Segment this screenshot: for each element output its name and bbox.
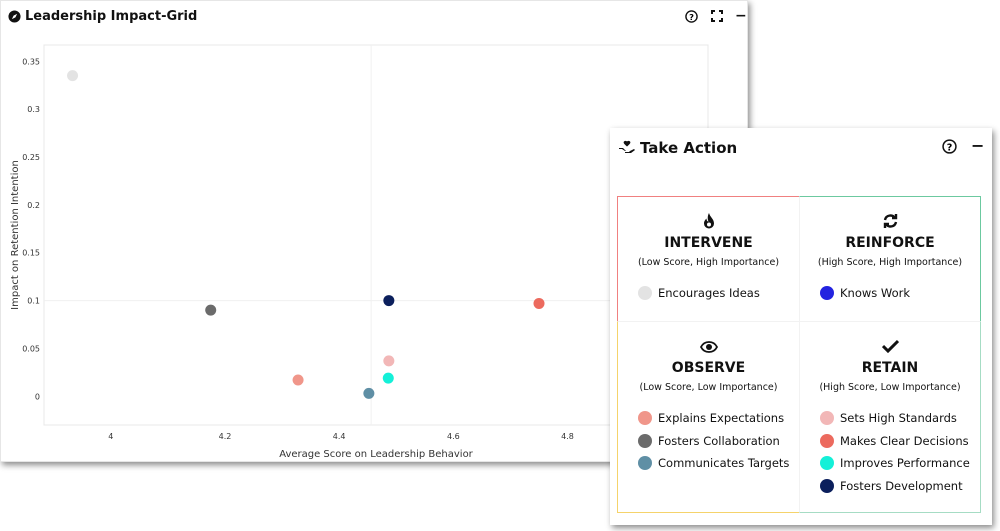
color-dot-icon bbox=[820, 411, 834, 426]
quadrant-title: RETAIN bbox=[861, 360, 919, 376]
data-point-communicates-targets[interactable] bbox=[363, 387, 375, 399]
color-dot-icon bbox=[638, 411, 652, 426]
sync-icon bbox=[800, 213, 980, 233]
behavior-label: Fosters Collaboration bbox=[658, 433, 780, 448]
y-tick-label: 0.35 bbox=[22, 57, 40, 66]
y-tick-label: 0.1 bbox=[27, 297, 40, 306]
y-tick-label: 0.25 bbox=[22, 153, 40, 162]
panel-title: Take Action bbox=[640, 139, 738, 157]
x-tick-label: 4.4 bbox=[333, 432, 346, 441]
list-item[interactable]: Makes Clear Decisions bbox=[820, 430, 980, 453]
list-item[interactable]: Knows Work bbox=[820, 282, 980, 305]
list-item[interactable]: Fosters Collaboration bbox=[638, 430, 799, 453]
plot-area bbox=[43, 44, 709, 426]
y-tick-label: 0.2 bbox=[27, 201, 40, 210]
quadrant-title: OBSERVE bbox=[671, 360, 746, 376]
x-axis-label: Average Score on Leadership Behavior bbox=[279, 449, 473, 460]
quadrant-title: REINFORCE bbox=[845, 235, 935, 251]
svg-text:?: ? bbox=[947, 142, 953, 153]
minimize-icon[interactable]: − bbox=[971, 136, 984, 155]
list-item[interactable]: Explains Expectations bbox=[638, 407, 799, 430]
x-tick-label: 4.6 bbox=[447, 432, 460, 441]
color-dot-icon bbox=[638, 286, 652, 301]
behavior-label: Knows Work bbox=[840, 286, 911, 301]
behavior-label: Explains Expectations bbox=[658, 411, 785, 426]
x-tick-label: 4 bbox=[108, 432, 113, 441]
behavior-label: Improves Performance bbox=[840, 456, 970, 471]
quadrant-subtitle: (High Score, Low Importance) bbox=[819, 382, 961, 393]
x-tick-label: 4.2 bbox=[219, 432, 232, 441]
color-dot-icon bbox=[820, 478, 834, 493]
color-dot-icon bbox=[820, 456, 834, 471]
y-tick-label: 0.05 bbox=[22, 344, 40, 353]
color-dot-icon bbox=[638, 456, 652, 471]
quadrant-observe: OBSERVE (Low Score, Low Importance) Explai… bbox=[617, 321, 799, 513]
quadrant-intervene: INTERVENE (Low Score, High Importance) Enc… bbox=[617, 196, 799, 321]
quadrant-title: INTERVENE bbox=[664, 235, 753, 251]
data-point-sets-high-standards[interactable] bbox=[383, 355, 395, 367]
take-action-panel: Take Action ? − INTERVENE (Low Score, Hig… bbox=[610, 128, 992, 525]
behavior-label: Encourages Ideas bbox=[658, 286, 760, 301]
list-item[interactable]: Communicates Targets bbox=[638, 452, 799, 475]
y-axis-label: Impact on Retention Intention bbox=[10, 160, 21, 310]
data-point-fosters-development[interactable] bbox=[383, 295, 395, 307]
action-quadrant-grid: INTERVENE (Low Score, High Importance) Enc… bbox=[617, 196, 982, 513]
quadrant-subtitle: (Low Score, Low Importance) bbox=[639, 382, 778, 393]
check-icon bbox=[800, 338, 980, 358]
behavior-label: Communicates Targets bbox=[658, 456, 790, 471]
list-item[interactable]: Sets High Standards bbox=[820, 407, 980, 430]
eye-icon bbox=[618, 338, 799, 358]
data-point-fosters-collaboration[interactable] bbox=[205, 304, 217, 316]
behavior-label: Makes Clear Decisions bbox=[840, 433, 969, 448]
list-item[interactable]: Fosters Development bbox=[820, 475, 980, 498]
color-dot-icon bbox=[820, 286, 834, 301]
hand-heart-icon bbox=[618, 139, 636, 160]
data-point-improves-performance[interactable] bbox=[382, 372, 394, 384]
color-dot-icon bbox=[820, 433, 834, 448]
behavior-label: Sets High Standards bbox=[840, 411, 957, 426]
data-point-encourages-ideas[interactable] bbox=[67, 70, 79, 82]
flame-icon bbox=[618, 213, 799, 233]
help-icon[interactable]: ? bbox=[942, 139, 957, 158]
y-tick-label: 0.3 bbox=[27, 105, 40, 114]
data-point-explains-expectations[interactable] bbox=[292, 374, 304, 386]
list-item[interactable]: Improves Performance bbox=[820, 452, 980, 475]
y-tick-label: 0 bbox=[35, 392, 40, 401]
list-item[interactable]: Encourages Ideas bbox=[638, 282, 799, 305]
color-dot-icon bbox=[638, 433, 652, 448]
quadrant-reinforce: REINFORCE (High Score, High Importance) Kn… bbox=[799, 196, 981, 321]
quadrant-retain: RETAIN (High Score, Low Importance) Sets H… bbox=[799, 321, 981, 513]
data-point-makes-clear-decisions[interactable] bbox=[533, 297, 545, 309]
y-tick-label: 0.15 bbox=[22, 249, 40, 258]
quadrant-subtitle: (High Score, High Importance) bbox=[817, 257, 963, 268]
quadrant-subtitle: (Low Score, High Importance) bbox=[637, 257, 780, 268]
x-tick-label: 4.8 bbox=[561, 432, 574, 441]
behavior-label: Fosters Development bbox=[840, 478, 963, 493]
